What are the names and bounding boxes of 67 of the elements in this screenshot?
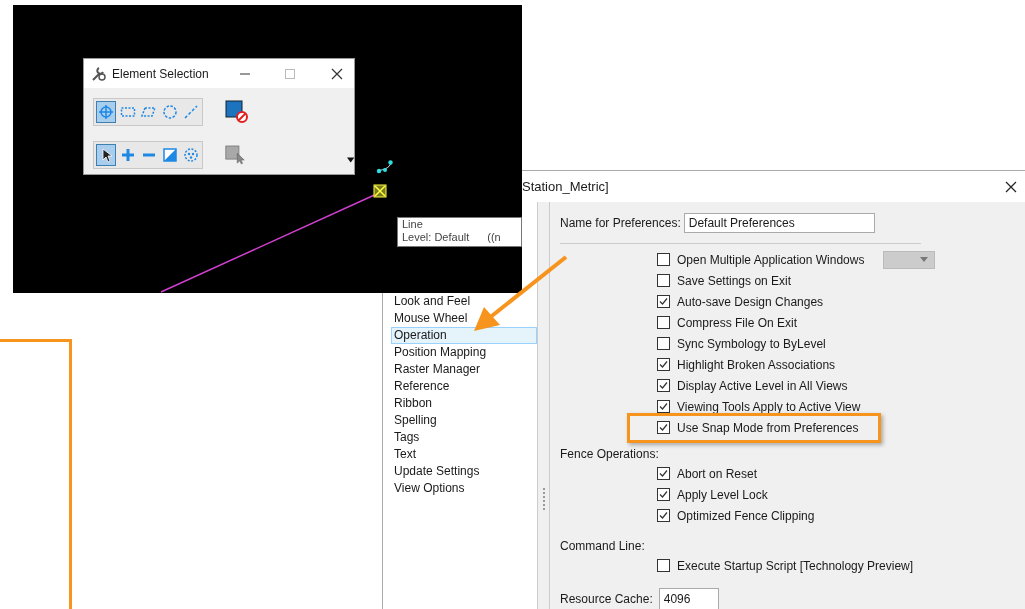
- option-label: Viewing Tools Apply to Active View: [677, 398, 861, 416]
- category-item[interactable]: Reference: [391, 378, 537, 395]
- category-item[interactable]: Spelling: [391, 412, 537, 429]
- checkbox[interactable]: [657, 316, 670, 329]
- section-heading: Fence Operations:: [560, 446, 660, 463]
- category-item[interactable]: Raster Manager: [391, 361, 537, 378]
- category-item[interactable]: Tags: [391, 429, 537, 446]
- option-label: Highlight Broken Associations: [677, 356, 836, 374]
- checkbox[interactable]: [657, 358, 670, 371]
- option-label: Apply Level Lock: [677, 486, 768, 504]
- checkbox[interactable]: [657, 509, 670, 522]
- category-item[interactable]: View Options: [391, 480, 537, 497]
- close-icon[interactable]: [1005, 180, 1017, 193]
- field-label: Resource Cache:: [560, 591, 653, 608]
- category-item[interactable]: Operation: [391, 327, 537, 344]
- plus-icon: [120, 147, 136, 163]
- option-label: Auto-save Design Changes: [677, 293, 824, 311]
- category-item[interactable]: Position Mapping: [391, 344, 537, 361]
- category-item[interactable]: Ribbon: [391, 395, 537, 412]
- snap-marker-icon: [373, 184, 387, 198]
- checkbox[interactable]: [657, 400, 670, 413]
- category-item[interactable]: Text: [391, 446, 537, 463]
- section-heading: Command Line:: [560, 538, 646, 555]
- square-cursor-icon[interactable]: [225, 143, 245, 167]
- window-title: Element Selection: [112, 65, 210, 83]
- option-label: Sync Symbology to ByLevel: [677, 335, 826, 353]
- caret-icon[interactable]: [346, 157, 354, 163]
- category-item[interactable]: Update Settings: [391, 463, 537, 480]
- dashed-circle-icon: [162, 104, 178, 120]
- option-label: Use Snap Mode from Preferences: [677, 419, 859, 437]
- name-input[interactable]: Default Preferences: [683, 213, 875, 233]
- cache-input[interactable]: 4096: [658, 588, 719, 609]
- close-icon[interactable]: [331, 67, 343, 80]
- option-label: Save Settings on Exit: [677, 272, 792, 290]
- checkbox[interactable]: [657, 274, 670, 287]
- half-square-icon: [162, 147, 178, 163]
- category-item[interactable]: Mouse Wheel: [391, 310, 537, 327]
- option-label: Compress File On Exit: [677, 314, 798, 332]
- checkbox[interactable]: [657, 337, 670, 350]
- checkbox[interactable]: [657, 559, 670, 572]
- category-item[interactable]: Look and Feel: [391, 293, 537, 310]
- option-label: Open Multiple Application Windows: [677, 251, 865, 269]
- option-label: Optimized Fence Clipping: [677, 507, 815, 525]
- checkbox[interactable]: [657, 421, 670, 434]
- caret-icon: [920, 257, 929, 262]
- option-label: Display Active Level in All Views: [677, 377, 848, 395]
- dashed-line-icon: [183, 104, 199, 120]
- dashed-shape-icon: [141, 104, 157, 120]
- crosshair-icon: [98, 104, 114, 120]
- option-label: Abort on Reset: [677, 465, 758, 483]
- dotted-circle-icon: [183, 147, 199, 163]
- square-no-sign-icon[interactable]: [225, 100, 249, 124]
- curve-handle-icon: [376, 160, 393, 174]
- tooltip-title: Line: [402, 218, 424, 231]
- checkbox[interactable]: [657, 253, 670, 266]
- option-label: Execute Startup Script [Technology Preview]: [677, 557, 914, 575]
- tooltip-level: Level: Default: [402, 231, 470, 244]
- checkbox[interactable]: [657, 295, 670, 308]
- window-title: Station_Metric]: [522, 177, 610, 196]
- checkbox[interactable]: [657, 379, 670, 392]
- field-label: Name for Preferences:: [560, 215, 681, 232]
- checkbox[interactable]: [657, 488, 670, 501]
- wrench-gear-icon: [90, 65, 107, 82]
- tool-button[interactable]: [96, 144, 116, 166]
- tooltip-extra: ((n: [487, 231, 501, 244]
- dashed-rectangle-icon: [120, 104, 136, 120]
- checkbox[interactable]: [657, 467, 670, 480]
